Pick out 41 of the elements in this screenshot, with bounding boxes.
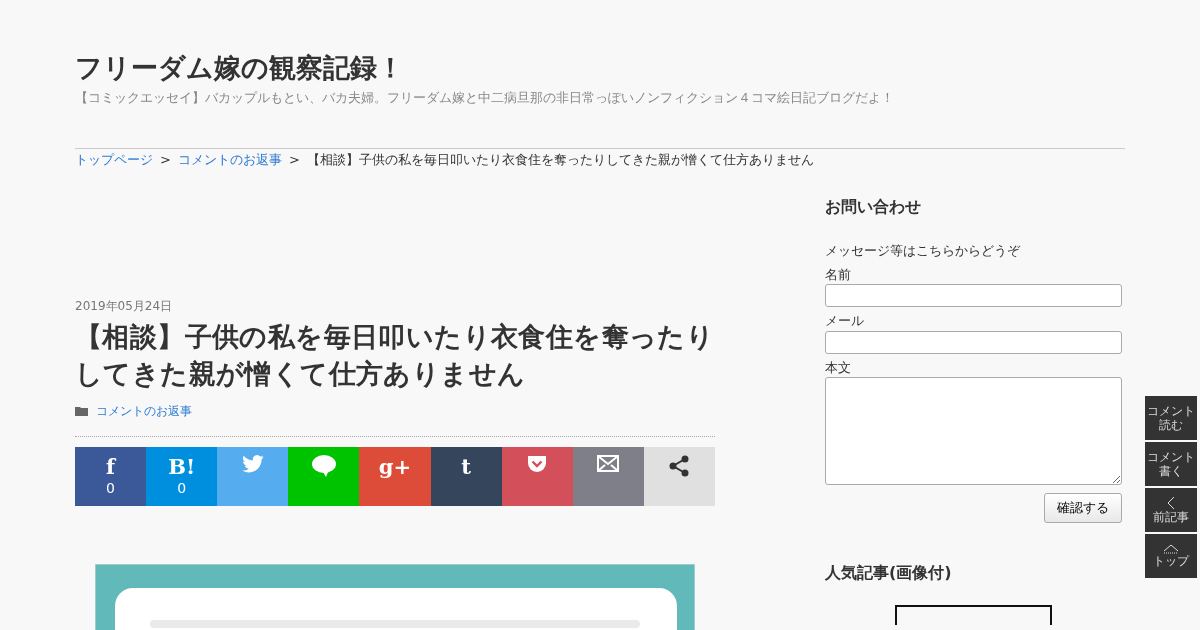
field-label: 本文 — [825, 358, 852, 377]
side-nav-button[interactable]: コメント 読む — [1145, 396, 1197, 440]
mail-share-button[interactable] — [572, 447, 644, 507]
googleplus-share-button[interactable]: g+ — [359, 447, 431, 507]
pocket-icon — [527, 455, 548, 474]
confirm-button[interactable]: 確認する — [1044, 493, 1122, 523]
side-nav-button[interactable]: コメント 書く — [1145, 442, 1197, 486]
post-title: 【相談】子供の私を毎日叩いたり衣食住を奪ったりしてきた親が憎くて仕方ありません — [75, 320, 715, 391]
post-date: 2019年05月24日 — [75, 298, 174, 316]
form-intro: メッセージ等はこちらからどうぞ — [825, 242, 1021, 261]
field-label: メール — [825, 312, 865, 331]
category-link[interactable]: コメントのお返事 — [96, 402, 192, 421]
pocket-share-button[interactable] — [501, 447, 573, 507]
share-share-button[interactable] — [643, 447, 715, 507]
text-field[interactable] — [825, 284, 1122, 308]
tumblr-share-button[interactable]: t — [430, 447, 502, 507]
breadcrumb-link[interactable]: トップページ — [75, 151, 153, 167]
speech-bubble-icon — [311, 455, 336, 478]
twitter-share-button[interactable] — [217, 447, 289, 507]
share-icon — [668, 455, 691, 478]
site-title[interactable]: フリーダム嫁の観察記録！ — [75, 52, 1125, 85]
side-nav-button[interactable]: 前記事 — [1145, 488, 1197, 532]
facebook-share-button[interactable]: f 0 — [75, 447, 147, 507]
field-label: 名前 — [825, 265, 852, 284]
side-nav-button[interactable]: トップ — [1145, 534, 1197, 578]
section-heading: 人気記事(画像付) — [825, 561, 953, 584]
chevron-up-icon — [1163, 544, 1179, 554]
folder-icon — [75, 406, 88, 417]
site-tagline: 【コミックエッセイ】バカップルもとい、バカ夫婦。フリーダム嫁と中二病旦那の非日常っぽいノンフィクション４コマ絵日記ブログだよ！ — [75, 89, 895, 108]
text-field[interactable] — [825, 330, 1122, 354]
section-heading: お問い合わせ — [825, 196, 922, 219]
message-field[interactable] — [825, 377, 1122, 486]
chevron-left-icon — [1167, 496, 1175, 510]
breadcrumb-separator: > — [288, 151, 300, 167]
breadcrumb-current: 【相談】子供の私を毎日叩いたり衣食住を奪ったりしてきた親が憎くて仕方ありません — [306, 151, 814, 167]
hatena-share-button[interactable]: B! 0 — [146, 447, 218, 507]
envelope-icon — [597, 455, 620, 473]
bird-icon — [241, 455, 264, 474]
breadcrumb-link[interactable]: コメントのお返事 — [177, 151, 282, 167]
line-share-button[interactable] — [288, 447, 360, 507]
breadcrumb-separator: > — [160, 151, 171, 167]
